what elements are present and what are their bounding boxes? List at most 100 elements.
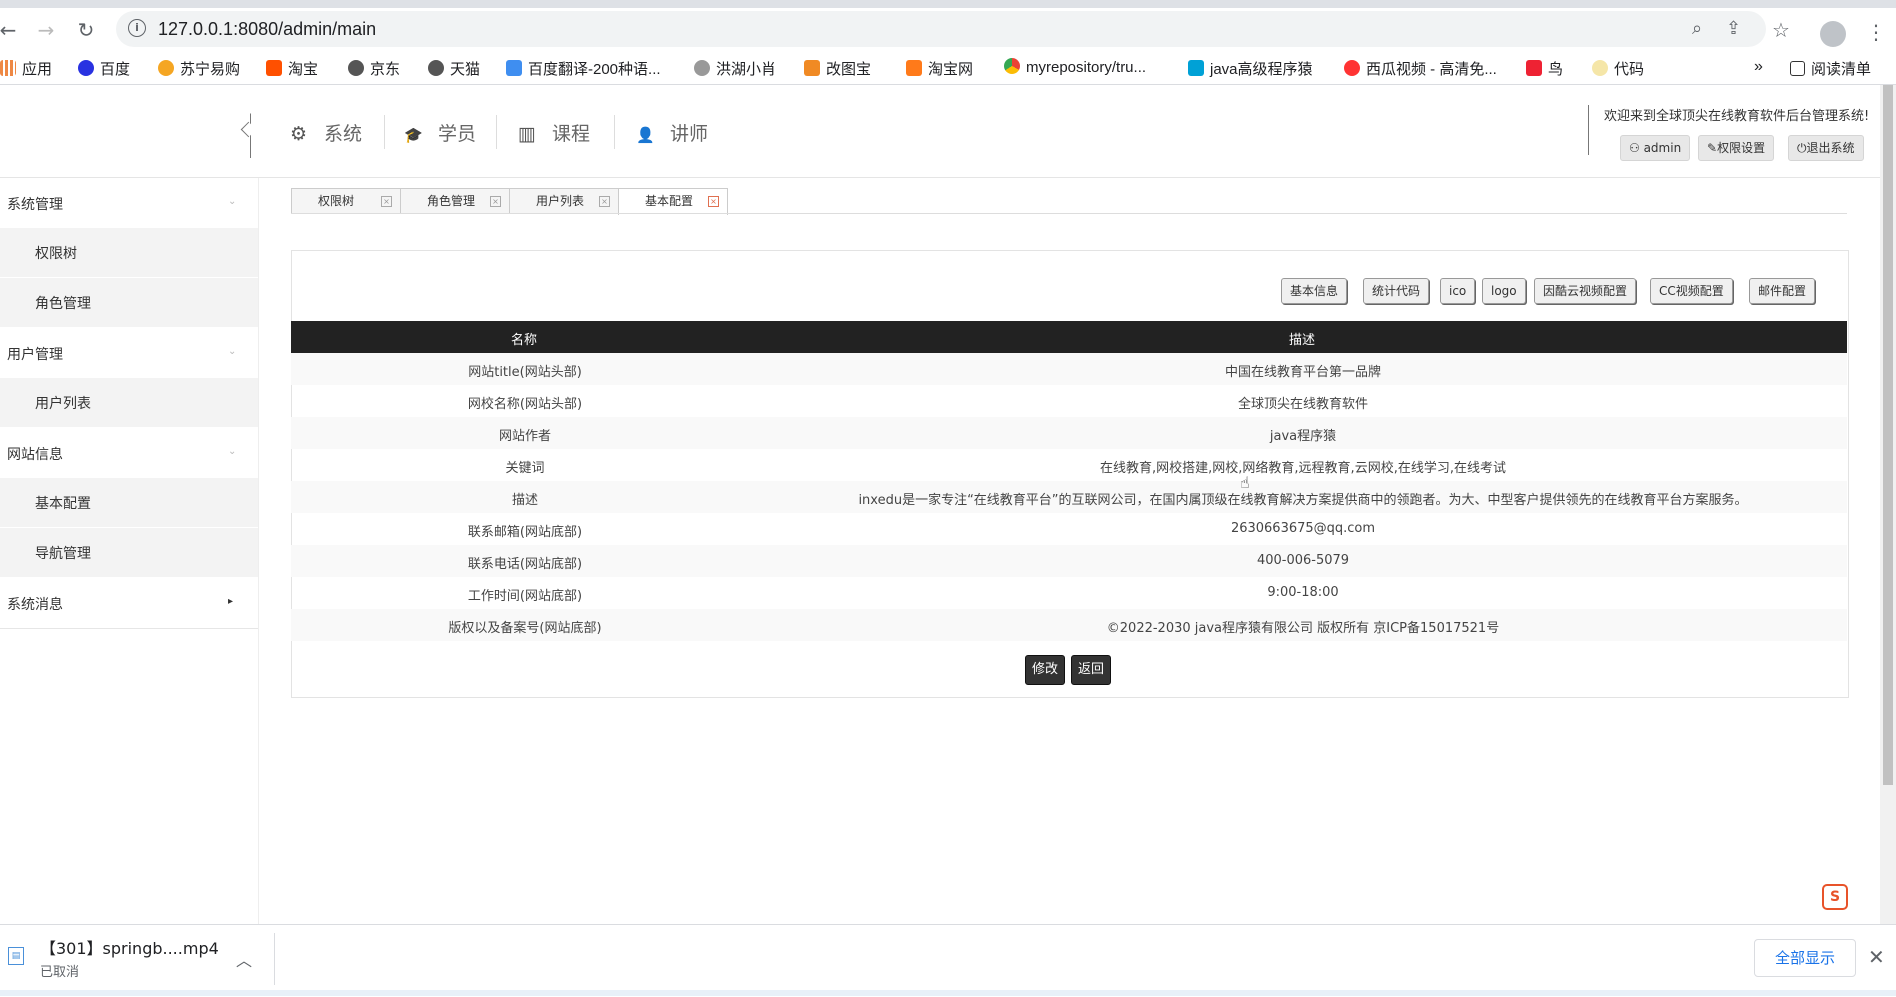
share-icon[interactable]: ⇪ [1726,18,1741,39]
suning-icon [158,60,174,76]
bookmark-taobaowang[interactable]: 淘宝网 [906,58,973,78]
cell-description: 9:00-18:00 [1267,585,1339,600]
table-row: 网站title(网站头部) 中国在线教育平台第一品牌 [291,353,1847,385]
sidebar-item-role-management[interactable]: 角色管理 [0,278,258,328]
cell-name: 联系电话(网站底部) [467,557,583,572]
user-icon: 👤 [636,126,655,144]
chevron-up-icon[interactable]: ︿ [236,947,252,971]
zoom-icon[interactable]: ⌕ [1692,18,1702,39]
cell-description: ©2022-2030 java程序猿有限公司 版权所有 京ICP备1501752… [1106,621,1500,636]
sidebar-item-nav-management[interactable]: 导航管理 [0,528,258,578]
address-bar: ← → ↻ i 127.0.0.1:8080/admin/main ⌕ ⇪ ☆ … [0,8,1896,52]
scrollbar-thumb[interactable] [1883,85,1893,785]
inxedu-video-config-button[interactable]: 因酷云视频配置 [1534,278,1637,304]
cell-name: 关键词 [505,461,545,476]
basic-info-button[interactable]: 基本信息 [1281,278,1348,304]
more-bookmarks-chevron[interactable]: » [1754,58,1763,78]
file-icon: ▤ [8,947,24,965]
bookmark-taobao[interactable]: 淘宝 [266,58,318,78]
stats-code-button[interactable]: 统计代码 [1363,278,1430,304]
back-icon[interactable]: ← [0,16,22,44]
download-status: 已取消 [40,965,80,980]
cell-name: 版权以及备案号(网站底部) [448,621,602,636]
logo-button[interactable]: logo [1482,278,1526,304]
chevron-down-icon: ⌄ [228,196,237,207]
omnibox[interactable]: i 127.0.0.1:8080/admin/main ⌕ ⇪ [116,11,1766,47]
close-icon[interactable]: × [708,196,719,207]
bookmark-gaitubao[interactable]: 改图宝 [804,58,871,78]
back-button[interactable]: 返回 [1071,655,1112,685]
bookmark-baidu-translate[interactable]: 百度翻译-200种语... [506,58,661,78]
bookmark-java[interactable]: java高级程序猿 [1188,58,1313,78]
bookmarks-bar: 应用 百度 苏宁易购 淘宝 京东 天猫 百度翻译-200种语... 洪湖小肖 改… [0,52,1896,85]
table-row: 网站作者 java程序猿 [291,417,1847,449]
bookmark-honghu[interactable]: 洪湖小肖 [694,58,776,78]
close-icon[interactable]: × [490,196,501,207]
menu-separator [614,115,615,149]
bookmark-tmall[interactable]: 天猫 [428,58,480,78]
graduation-cap-icon: 🎓 [404,126,423,144]
bookmark-xigua[interactable]: 西瓜视频 - 高清免... [1344,58,1497,78]
reading-list[interactable]: 阅读清单 [1790,58,1871,78]
column-header-description: 描述 [1289,333,1316,348]
tab-user-list[interactable]: 用户列表 × [509,188,619,213]
cell-name: 网站作者 [498,429,551,444]
edit-button[interactable]: 修改 [1025,655,1066,685]
menu-courses[interactable]: ▥ 课程 [518,119,590,147]
url-text[interactable]: 127.0.0.1:8080/admin/main [158,19,376,40]
bilibili-icon [1188,60,1204,76]
menu-kebab-icon[interactable]: ⋮ [1866,20,1886,44]
mail-config-button[interactable]: 邮件配置 [1749,278,1816,304]
download-filename[interactable]: 【301】springb....mp4 [40,935,219,959]
table-row: 关键词 在线教育,网校搭建,网校,网络教育,远程教育,云网校,在线学习,在线考试 [291,449,1847,481]
baidu-paw-icon [78,60,94,76]
bird-icon [694,60,710,76]
taskbar-edge [0,990,1896,996]
tab-role-management[interactable]: 角色管理 × [400,188,510,213]
sidebar-item-permission-tree[interactable]: 权限树 [0,228,258,278]
menu-teachers[interactable]: 👤 讲师 [636,119,708,147]
logout-button[interactable]: ⏻退出系统 [1788,135,1864,161]
bookmark-star-icon[interactable]: ☆ [1772,18,1790,42]
sogou-ime-icon[interactable]: S [1822,884,1848,910]
show-all-downloads-button[interactable]: 全部显示 [1754,939,1856,977]
table-body: 网站title(网站头部) 中国在线教育平台第一品牌 网校名称(网站头部) 全球顶尖在… [291,353,1847,641]
menu-system[interactable]: ⚙ 系统 [290,119,362,147]
close-icon[interactable]: × [599,196,610,207]
user-small-icon: ⚇ [1629,141,1644,155]
bookmark-myrepository[interactable]: myrepository/tru... [1004,58,1146,78]
forward-icon[interactable]: → [32,16,60,44]
bookmark-apps[interactable]: 应用 [0,58,52,78]
reload-icon[interactable]: ↻ [72,16,100,44]
menu-students[interactable]: 🎓 学员 [404,119,476,147]
sidebar-group-messages[interactable]: 系统消息 ▸ [0,578,258,629]
sidebar-item-basic-config[interactable]: 基本配置 [0,478,258,528]
ico-button[interactable]: ico [1440,278,1476,304]
bookmark-baidu[interactable]: 百度 [78,58,130,78]
sidebar-group-system[interactable]: 系统管理 ⌄ [0,178,258,229]
cell-description: 中国在线教育平台第一品牌 [1224,365,1381,380]
profile-avatar[interactable] [1820,21,1846,47]
close-icon[interactable]: ✕ [1868,945,1885,969]
bookmark-suning[interactable]: 苏宁易购 [158,58,240,78]
bookmark-bird[interactable]: 鸟 [1526,58,1563,78]
vertical-scrollbar[interactable] [1880,85,1896,925]
tab-underline [291,213,1847,214]
table-row: 工作时间(网站底部) 9:00-18:00 [291,577,1847,609]
wrench-icon: ✎ [1707,141,1718,155]
sidebar-group-site-info[interactable]: 网站信息 ⌄ [0,428,258,479]
bookmark-code[interactable]: 代码 [1592,58,1644,78]
cc-video-config-button[interactable]: CC视频配置 [1650,278,1733,304]
close-icon[interactable]: × [381,196,392,207]
tab-permission-tree[interactable]: 权限树 × [291,188,401,213]
table-header: 名称 描述 [291,321,1847,353]
site-info-icon[interactable]: i [128,19,146,37]
app-header: ⚙ 系统 🎓 学员 ▥ 课程 👤 讲师 欢迎来到全球顶尖在线教育软件后台管理系统! ⚇ … [0,85,1896,178]
download-separator [274,933,275,985]
bookmark-jd[interactable]: 京东 [348,58,400,78]
sidebar-item-user-list[interactable]: 用户列表 [0,378,258,428]
tab-basic-config[interactable]: 基本配置 × [618,188,728,215]
permission-settings-button[interactable]: ✎权限设置 [1698,135,1775,161]
sidebar-group-users[interactable]: 用户管理 ⌄ [0,328,258,379]
admin-button[interactable]: ⚇ admin [1620,135,1691,161]
